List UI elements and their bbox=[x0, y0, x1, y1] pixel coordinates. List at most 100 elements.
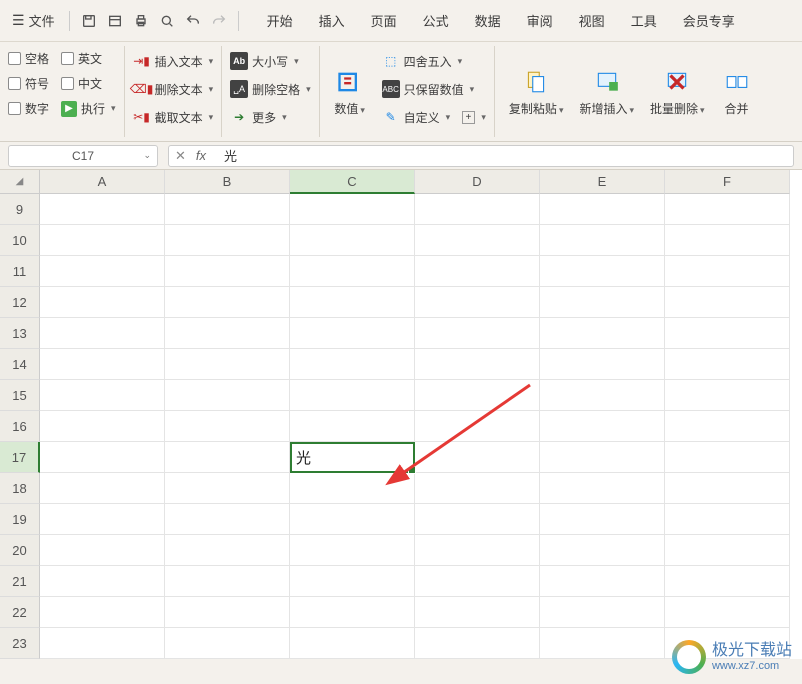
row-header-13[interactable]: 13 bbox=[0, 318, 40, 349]
cell-C23[interactable] bbox=[290, 628, 415, 659]
cell-E18[interactable] bbox=[540, 473, 665, 504]
cell-B9[interactable] bbox=[165, 194, 290, 225]
row-header-17[interactable]: 17 bbox=[0, 442, 40, 473]
btn-keep-num[interactable]: ABC只保留数值▾ bbox=[382, 78, 486, 100]
cell-D23[interactable] bbox=[415, 628, 540, 659]
cell-A16[interactable] bbox=[40, 411, 165, 442]
btn-value-big[interactable]: 数值▾ bbox=[328, 50, 372, 133]
cell-F17[interactable] bbox=[665, 442, 790, 473]
cell-A23[interactable] bbox=[40, 628, 165, 659]
print-icon[interactable] bbox=[128, 8, 154, 34]
row-header-11[interactable]: 11 bbox=[0, 256, 40, 287]
cell-C13[interactable] bbox=[290, 318, 415, 349]
col-header-C[interactable]: C bbox=[290, 170, 415, 194]
cell-F20[interactable] bbox=[665, 535, 790, 566]
tab-insert[interactable]: 插入 bbox=[307, 5, 357, 36]
cell-A17[interactable] bbox=[40, 442, 165, 473]
cell-C18[interactable] bbox=[290, 473, 415, 504]
redo-icon[interactable] bbox=[206, 8, 232, 34]
cell-B11[interactable] bbox=[165, 256, 290, 287]
cell-D12[interactable] bbox=[415, 287, 540, 318]
row-header-10[interactable]: 10 bbox=[0, 225, 40, 256]
row-header-22[interactable]: 22 bbox=[0, 597, 40, 628]
chk-space[interactable]: 空格 bbox=[8, 50, 49, 67]
btn-delete-space[interactable]: ␣A删除空格▾ bbox=[230, 78, 311, 100]
col-header-B[interactable]: B bbox=[165, 170, 290, 194]
cell-B10[interactable] bbox=[165, 225, 290, 256]
cell-A12[interactable] bbox=[40, 287, 165, 318]
fx-icon[interactable]: fx bbox=[196, 148, 206, 163]
cell-A10[interactable] bbox=[40, 225, 165, 256]
chk-english[interactable]: 英文 bbox=[61, 50, 116, 67]
cell-D13[interactable] bbox=[415, 318, 540, 349]
cell-F12[interactable] bbox=[665, 287, 790, 318]
cell-A13[interactable] bbox=[40, 318, 165, 349]
select-all-corner[interactable]: ◢ bbox=[0, 170, 40, 194]
cell-D11[interactable] bbox=[415, 256, 540, 287]
btn-case[interactable]: Ab大小写▾ bbox=[230, 50, 311, 72]
col-header-A[interactable]: A bbox=[40, 170, 165, 194]
tab-formula[interactable]: 公式 bbox=[411, 5, 461, 36]
row-header-18[interactable]: 18 bbox=[0, 473, 40, 504]
cell-D17[interactable] bbox=[415, 442, 540, 473]
cell-E22[interactable] bbox=[540, 597, 665, 628]
cell-E17[interactable] bbox=[540, 442, 665, 473]
cell-C19[interactable] bbox=[290, 504, 415, 535]
col-header-D[interactable]: D bbox=[415, 170, 540, 194]
cell-E11[interactable] bbox=[540, 256, 665, 287]
cell-A21[interactable] bbox=[40, 566, 165, 597]
cell-D21[interactable] bbox=[415, 566, 540, 597]
cell-E20[interactable] bbox=[540, 535, 665, 566]
cell-F16[interactable] bbox=[665, 411, 790, 442]
cell-B16[interactable] bbox=[165, 411, 290, 442]
cell-C17[interactable]: 光 bbox=[290, 442, 415, 473]
cell-B20[interactable] bbox=[165, 535, 290, 566]
cell-A15[interactable] bbox=[40, 380, 165, 411]
cell-B17[interactable] bbox=[165, 442, 290, 473]
row-header-14[interactable]: 14 bbox=[0, 349, 40, 380]
preview-icon[interactable] bbox=[154, 8, 180, 34]
spreadsheet-grid[interactable]: ◢ ABCDEF 91011121314151617光181920212223 bbox=[0, 170, 802, 659]
btn-more[interactable]: ➔更多▾ bbox=[230, 106, 311, 128]
cell-B14[interactable] bbox=[165, 349, 290, 380]
row-header-20[interactable]: 20 bbox=[0, 535, 40, 566]
cell-B19[interactable] bbox=[165, 504, 290, 535]
cell-D20[interactable] bbox=[415, 535, 540, 566]
cell-E16[interactable] bbox=[540, 411, 665, 442]
cell-F15[interactable] bbox=[665, 380, 790, 411]
cell-F9[interactable] bbox=[665, 194, 790, 225]
cancel-icon[interactable]: ✕ bbox=[175, 148, 186, 164]
btn-custom[interactable]: ✎自定义▾ +▾ bbox=[382, 106, 486, 128]
cell-F10[interactable] bbox=[665, 225, 790, 256]
cell-F19[interactable] bbox=[665, 504, 790, 535]
tab-tools[interactable]: 工具 bbox=[619, 5, 669, 36]
chk-chinese[interactable]: 中文 bbox=[61, 75, 116, 92]
cell-D9[interactable] bbox=[415, 194, 540, 225]
btn-extract-text[interactable]: ✂▮截取文本▾ bbox=[133, 106, 214, 128]
undo-icon[interactable] bbox=[180, 8, 206, 34]
col-header-F[interactable]: F bbox=[665, 170, 790, 194]
cell-A9[interactable] bbox=[40, 194, 165, 225]
row-header-19[interactable]: 19 bbox=[0, 504, 40, 535]
cell-E15[interactable] bbox=[540, 380, 665, 411]
btn-copy-paste[interactable]: 复制粘贴▾ bbox=[503, 50, 570, 133]
btn-new-insert[interactable]: 新增插入▾ bbox=[573, 50, 640, 133]
row-header-15[interactable]: 15 bbox=[0, 380, 40, 411]
btn-merge[interactable]: 合并 bbox=[715, 50, 759, 133]
cell-C12[interactable] bbox=[290, 287, 415, 318]
cell-B15[interactable] bbox=[165, 380, 290, 411]
tab-view[interactable]: 视图 bbox=[567, 5, 617, 36]
cell-A11[interactable] bbox=[40, 256, 165, 287]
cell-C20[interactable] bbox=[290, 535, 415, 566]
cell-A22[interactable] bbox=[40, 597, 165, 628]
cell-E23[interactable] bbox=[540, 628, 665, 659]
cell-C15[interactable] bbox=[290, 380, 415, 411]
tab-data[interactable]: 数据 bbox=[463, 5, 513, 36]
cell-D14[interactable] bbox=[415, 349, 540, 380]
cell-B12[interactable] bbox=[165, 287, 290, 318]
file-menu[interactable]: ☰ 文件 bbox=[4, 8, 63, 33]
cell-A20[interactable] bbox=[40, 535, 165, 566]
btn-batch-delete[interactable]: 批量删除▾ bbox=[644, 50, 711, 133]
tab-member[interactable]: 会员专享 bbox=[671, 5, 747, 36]
cell-C22[interactable] bbox=[290, 597, 415, 628]
